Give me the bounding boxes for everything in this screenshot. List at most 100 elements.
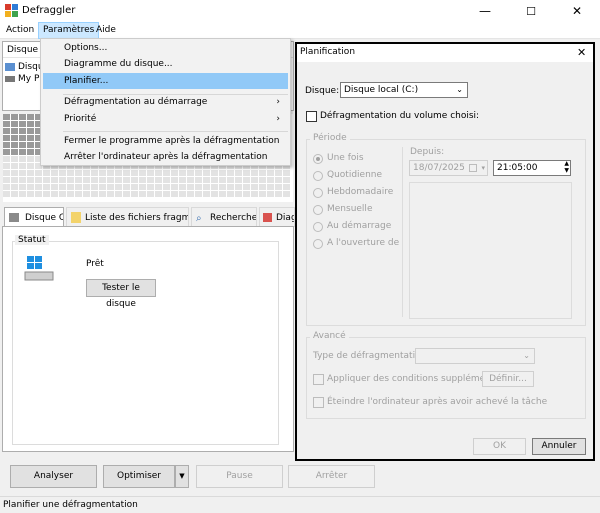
menu-action[interactable]: Action: [2, 22, 38, 39]
disk-select-value: Disque local (C:): [344, 85, 419, 95]
ok-button[interactable]: OK: [473, 438, 526, 455]
disk-block: [115, 177, 122, 183]
disk-block: [11, 170, 18, 176]
tab-diagram[interactable]: Diagr: [259, 207, 295, 227]
radio-daily[interactable]: [313, 171, 323, 181]
define-button[interactable]: Définir...: [482, 371, 534, 387]
disk-block: [147, 177, 154, 183]
radio-boot[interactable]: [313, 222, 323, 232]
radio-once[interactable]: [313, 154, 323, 164]
period-divider: [402, 147, 403, 317]
tab-search[interactable]: ⌕ Recherche: [191, 207, 257, 227]
disk-block: [35, 177, 42, 183]
extra-conditions-checkbox[interactable]: [313, 374, 324, 385]
shutdown-checkbox[interactable]: [313, 397, 324, 408]
drive-icon: [5, 76, 15, 82]
tab-disk-c[interactable]: Disque C:: [4, 207, 64, 228]
cancel-button[interactable]: Annuler: [532, 438, 586, 455]
disk-block: [3, 149, 10, 155]
disk-block: [75, 191, 82, 197]
menu-item-shutdown-after[interactable]: Arrêter l'ordinateur après la défragment…: [43, 149, 288, 165]
radio-monthly[interactable]: [313, 205, 323, 215]
disk-block: [163, 170, 170, 176]
maximize-icon[interactable]: ☐: [508, 0, 554, 22]
optimize-dropdown-icon[interactable]: ▼: [175, 465, 189, 488]
date-picker[interactable]: 18/07/2025 ▾: [409, 160, 488, 176]
disk-block: [83, 177, 90, 183]
pause-button[interactable]: Pause: [196, 465, 283, 488]
disk-block: [19, 121, 26, 127]
defrag-volume-checkbox[interactable]: [306, 111, 317, 122]
disk-block: [99, 191, 106, 197]
disk-block: [3, 114, 10, 120]
analyze-button[interactable]: Analyser: [10, 465, 97, 488]
disk-block: [251, 177, 258, 183]
tab-fragmented-files[interactable]: Liste des fichiers fragmentés: [66, 207, 189, 227]
disk-block: [147, 170, 154, 176]
optimize-button[interactable]: Optimiser: [103, 465, 175, 488]
close-icon[interactable]: ✕: [554, 0, 600, 22]
radio-boot-label: Au démarrage: [327, 221, 392, 231]
disk-block: [59, 170, 66, 176]
dialog-close-icon[interactable]: ✕: [577, 46, 586, 59]
drive-row[interactable]: My P: [5, 74, 45, 85]
disk-block: [139, 177, 146, 183]
disk-block: [139, 170, 146, 176]
chevron-down-icon: ⌄: [456, 85, 463, 94]
radio-logon[interactable]: [313, 239, 323, 249]
minimize-icon[interactable]: —: [462, 0, 508, 22]
parametres-menu: Options... Diagramme du disque... Planif…: [40, 38, 291, 166]
disk-block: [123, 170, 130, 176]
defrag-type-select[interactable]: ⌄: [415, 348, 535, 364]
disk-block: [11, 177, 18, 183]
disk-block: [3, 184, 10, 190]
menu-item-boot-defrag[interactable]: Défragmentation au démarrage ›: [43, 94, 288, 110]
time-spinner[interactable]: 21:05:00 ▲ ▼: [493, 160, 571, 176]
disk-block: [155, 177, 162, 183]
disk-block: [27, 121, 34, 127]
disk-block: [147, 191, 154, 197]
disk-block: [27, 135, 34, 141]
menu-item-close-after[interactable]: Fermer le programme après la défragmenta…: [43, 133, 288, 149]
disk-block: [107, 184, 114, 190]
disk-block: [115, 191, 122, 197]
disk-block: [243, 191, 250, 197]
disk-block: [275, 170, 282, 176]
stop-button[interactable]: Arrêter: [288, 465, 375, 488]
menu-aide[interactable]: Aide: [92, 22, 120, 39]
status-panel: Statut Prêt Tester le disque: [2, 226, 294, 452]
disk-block: [139, 184, 146, 190]
menu-item-priority[interactable]: Priorité ›: [43, 111, 288, 127]
disk-block: [19, 142, 26, 148]
disk-block: [27, 177, 34, 183]
disk-block: [267, 170, 274, 176]
app-icon: [5, 4, 18, 17]
disk-block: [91, 170, 98, 176]
chevron-down-icon: ⌄: [523, 351, 530, 360]
menu-item-disk-diagram[interactable]: Diagramme du disque...: [43, 56, 288, 72]
disk-block: [243, 170, 250, 176]
disk-block: [67, 184, 74, 190]
menu-item-schedule[interactable]: Planifier...: [43, 73, 288, 89]
disk-block: [115, 184, 122, 190]
dialog-title: Planification: [300, 47, 356, 57]
submenu-arrow-icon: ›: [276, 114, 280, 124]
disk-block: [179, 170, 186, 176]
disk-select[interactable]: Disque local (C:) ⌄: [340, 82, 468, 98]
disk-block: [19, 191, 26, 197]
chevron-down-icon: ▾: [481, 164, 485, 172]
disk-block: [51, 177, 58, 183]
advanced-group-label: Avancé: [310, 331, 349, 341]
menu-item-options[interactable]: Options...: [43, 40, 288, 56]
disk-block: [3, 170, 10, 176]
spin-updown-icon[interactable]: ▲ ▼: [564, 160, 569, 174]
test-disk-button[interactable]: Tester le disque: [86, 279, 156, 309]
radio-once-label: Une fois: [327, 153, 364, 163]
menu-parametres[interactable]: Paramètres: [38, 22, 100, 39]
disk-block: [283, 191, 290, 197]
disk-block: [195, 191, 202, 197]
drive-row[interactable]: Disqu: [5, 62, 45, 73]
disk-block: [211, 170, 218, 176]
radio-weekly[interactable]: [313, 188, 323, 198]
disk-label: Disque:: [305, 86, 340, 96]
